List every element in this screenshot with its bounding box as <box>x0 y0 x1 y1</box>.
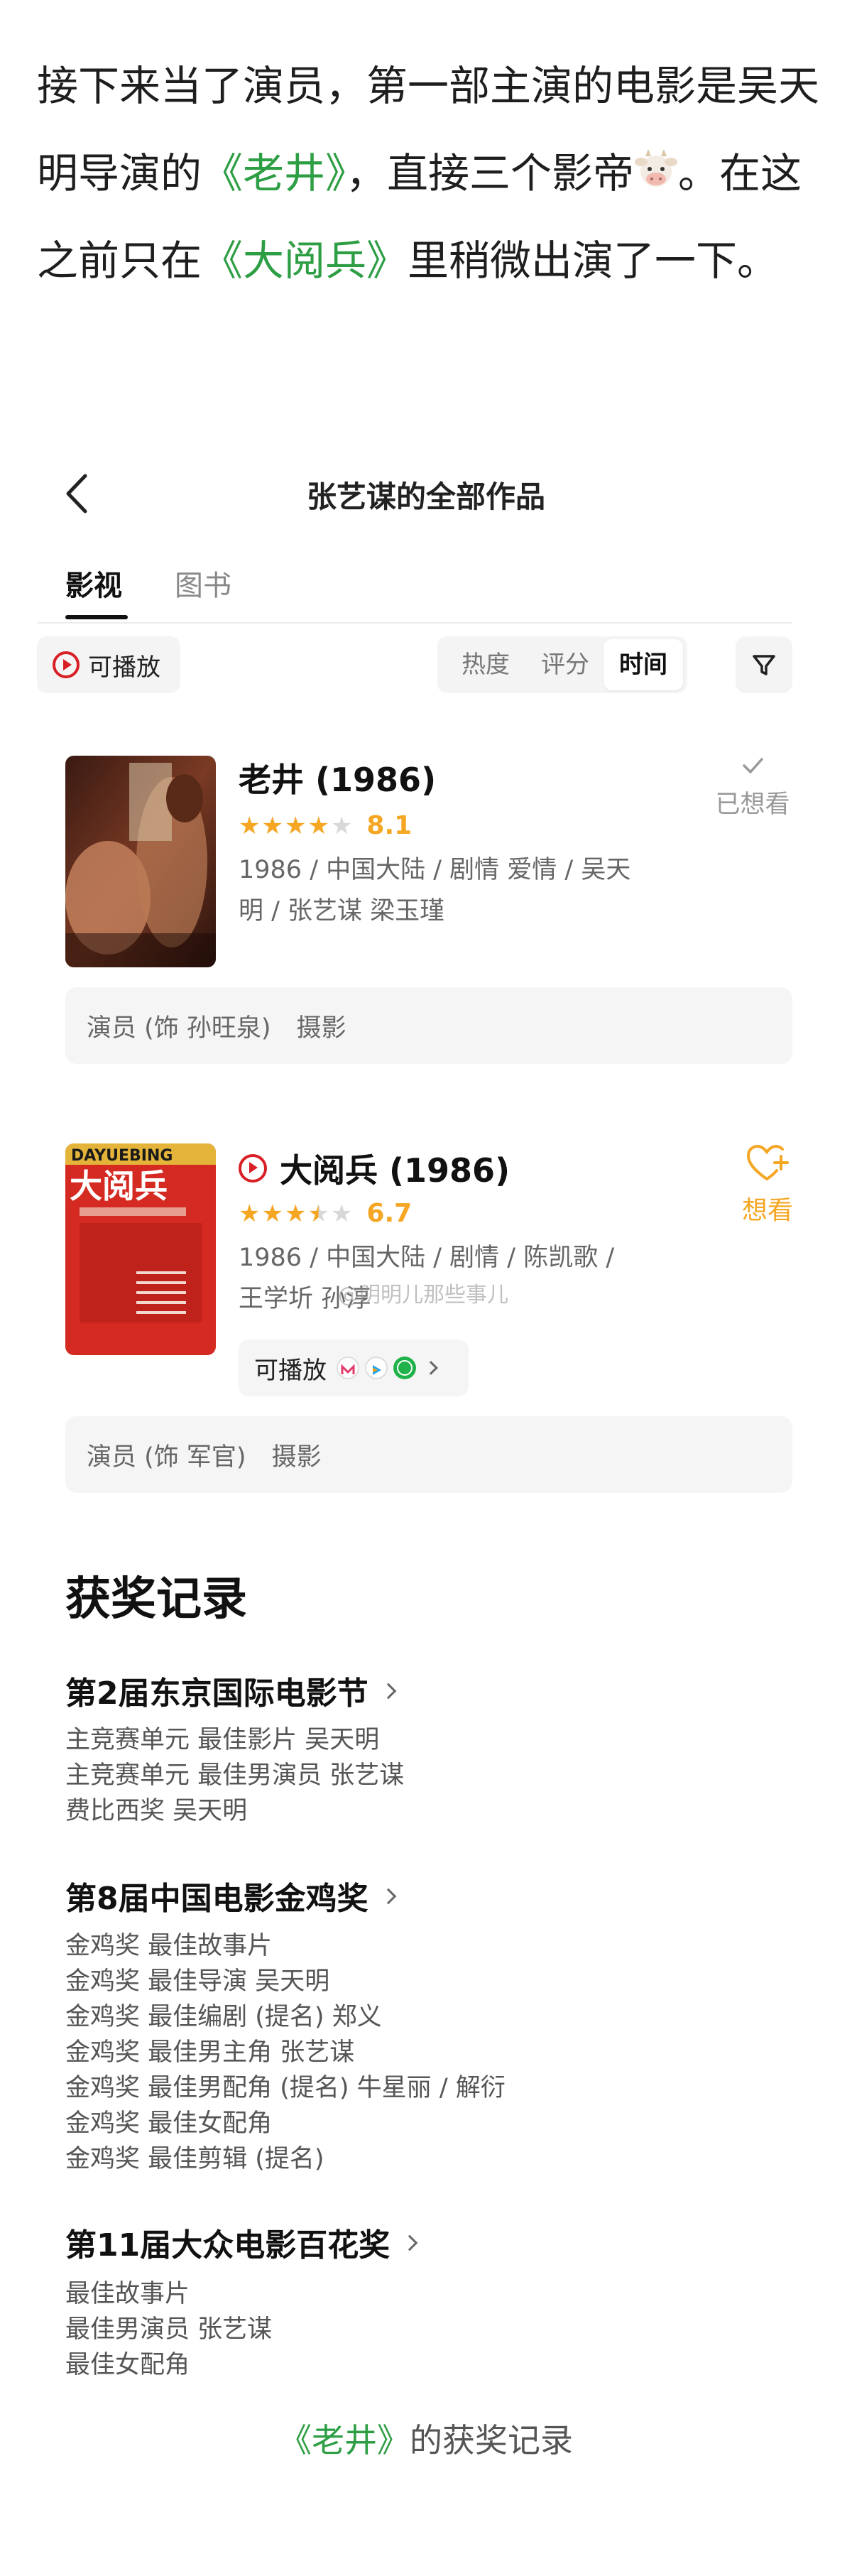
iqiyi-icon <box>393 1357 416 1379</box>
page-title: 张艺谋的全部作品 <box>306 479 545 514</box>
film-link-laojing[interactable]: 《老井》 <box>202 149 346 197</box>
tencent-video-icon <box>365 1357 388 1379</box>
rating-laojing: ★ ★ ★ ★ ★ 8.1 <box>239 811 412 840</box>
award-item: 最佳女配角 <box>65 2351 190 2379</box>
wished-label: 已想看 <box>715 790 790 819</box>
filter-button[interactable] <box>736 636 792 693</box>
sort-by-rating[interactable]: 评分 <box>530 636 601 693</box>
heart-plus-icon <box>746 1144 789 1180</box>
active-tab-indicator <box>65 615 128 619</box>
award-item: 金鸡奖 最佳导演 吴天明 <box>65 1967 330 1996</box>
award-group-golden-rooster[interactable]: 第8届中国电影金鸡奖 <box>65 1873 396 1918</box>
mango-tv-icon <box>337 1357 359 1379</box>
star-icon: ★ <box>284 1199 307 1228</box>
rating-dayuebing: ★ ★ ★ ★ ★ 6.7 <box>239 1199 412 1228</box>
award-item: 最佳故事片 <box>65 2280 190 2308</box>
poster-chinese-title: 大阅兵 <box>70 1167 168 1205</box>
meta-laojing: 1986 / 中国大陆 / 剧情 爱情 / 吴天明 / 张艺谋 梁玉瑾 <box>239 856 631 925</box>
role-box-dayuebing: 演员 (饰 军官) 摄影 <box>65 1416 792 1493</box>
score-laojing: 8.1 <box>366 811 413 840</box>
cow-emoji-icon <box>634 134 678 187</box>
awards-section-title: 获奖记录 <box>65 1573 247 1626</box>
star-icon: ★ <box>239 811 261 840</box>
sort-by-popularity[interactable]: 热度 <box>450 636 521 693</box>
star-icon: ★ <box>261 1199 283 1228</box>
award-list-golden-rooster: 金鸡奖 最佳故事片 金鸡奖 最佳导演 吴天明 金鸡奖 最佳编剧 (提名) 郑义 … <box>65 1928 506 2177</box>
caption-text: 的获奖记录 <box>410 2421 573 2460</box>
award-group-hundred-flowers[interactable]: 第11届大众电影百花奖 <box>65 2219 418 2265</box>
award-item: 金鸡奖 最佳女配角 <box>65 2109 273 2138</box>
playable-filter-button[interactable]: 可播放 <box>37 636 180 693</box>
tab-books[interactable]: 图书 <box>175 563 231 604</box>
role-actor: 演员 (饰 孙旺泉) <box>87 1013 271 1043</box>
award-list-tokyo: 主竞赛单元 最佳影片 吴天明 主竞赛单元 最佳男演员 张艺谋 费比西奖 吴天明 <box>65 1722 404 1829</box>
play-icon <box>53 651 80 678</box>
star-half-icon: ★ <box>307 1199 329 1228</box>
award-item: 主竞赛单元 最佳男演员 张艺谋 <box>65 1761 405 1790</box>
intro-text-4: 里稍微出演了一下。 <box>408 237 779 285</box>
role-actor: 演员 (饰 军官) <box>87 1442 246 1472</box>
poster-laojing[interactable] <box>65 756 216 967</box>
tab-divider <box>37 622 792 624</box>
check-icon <box>743 758 763 773</box>
wished-status[interactable]: 已想看 <box>710 751 795 820</box>
chevron-right-icon <box>401 2234 418 2251</box>
award-item: 最佳男演员 张艺谋 <box>65 2315 273 2344</box>
sort-by-time[interactable]: 时间 <box>604 639 683 690</box>
want-button[interactable]: 想看 <box>736 1143 799 1227</box>
playable-filter-label: 可播放 <box>88 653 160 682</box>
award-item: 金鸡奖 最佳编剧 (提名) 郑义 <box>65 2003 382 2031</box>
star-empty-icon: ★ <box>330 811 353 840</box>
play-sources-button[interactable]: 可播放 <box>239 1339 469 1396</box>
film-link-dayuebing[interactable]: 《大阅兵》 <box>202 237 408 285</box>
score-dayuebing: 6.7 <box>366 1199 413 1228</box>
chevron-right-icon <box>380 1683 396 1700</box>
award-item: 费比西奖 吴天明 <box>65 1797 248 1825</box>
poster-dayuebing[interactable]: DAYUEBING 大阅兵 <box>65 1143 216 1355</box>
star-empty-icon: ★ <box>330 1199 353 1228</box>
star-icon: ★ <box>307 811 329 840</box>
award-group-title: 第8届中国电影金鸡奖 <box>65 1881 368 1917</box>
film-title-dayuebing[interactable]: 大阅兵 (1986) <box>280 1145 510 1192</box>
award-item: 金鸡奖 最佳故事片 <box>65 1932 273 1960</box>
star-icon: ★ <box>261 811 283 840</box>
image-caption: 《老井》的获奖记录 <box>0 2415 852 2462</box>
want-label: 想看 <box>741 1196 793 1225</box>
award-group-title: 第11届大众电影百花奖 <box>65 2227 390 2263</box>
play-icon <box>239 1154 267 1183</box>
sort-segmented-control: 热度 评分 时间 <box>437 636 687 693</box>
award-list-hundred-flowers: 最佳故事片 最佳男演员 张艺谋 最佳女配角 <box>65 2276 272 2383</box>
play-sources-label: 可播放 <box>254 1356 327 1385</box>
star-icon: ★ <box>284 811 307 840</box>
funnel-icon <box>753 655 775 675</box>
award-item: 金鸡奖 最佳剪辑 (提名) <box>65 2145 324 2173</box>
role-box-laojing: 演员 (饰 孙旺泉) 摄影 <box>65 987 792 1064</box>
film-title-laojing[interactable]: 老井 (1986) <box>239 754 436 801</box>
award-group-tokyo[interactable]: 第2届东京国际电影节 <box>65 1668 396 1713</box>
award-item: 金鸡奖 最佳男配角 (提名) 牛星丽 / 解衍 <box>65 2074 506 2102</box>
role-camera: 摄影 <box>296 1013 346 1043</box>
chevron-right-icon <box>424 1361 438 1375</box>
film-title-row-dayuebing: 大阅兵 (1986) <box>239 1145 510 1192</box>
intro-paragraph: 接下来当了演员，第一部主演的电影是吴天明导演的《老井》，直接三个影帝 。在这之前只… <box>37 43 825 305</box>
role-camera: 摄影 <box>271 1442 322 1472</box>
award-group-title: 第2届东京国际电影节 <box>65 1675 368 1712</box>
tab-film-tv[interactable]: 影视 <box>65 563 122 604</box>
caption-film: 《老井》 <box>279 2421 410 2460</box>
poster-english-title: DAYUEBING <box>71 1147 173 1165</box>
watermark: @明明儿那些事儿 <box>338 1283 508 1308</box>
award-item: 主竞赛单元 最佳影片 吴天明 <box>65 1726 380 1754</box>
star-icon: ★ <box>239 1199 261 1228</box>
chevron-right-icon <box>380 1888 396 1905</box>
award-item: 金鸡奖 最佳男主角 张艺谋 <box>65 2038 355 2067</box>
intro-text-2: ，直接三个影帝 <box>346 149 635 197</box>
